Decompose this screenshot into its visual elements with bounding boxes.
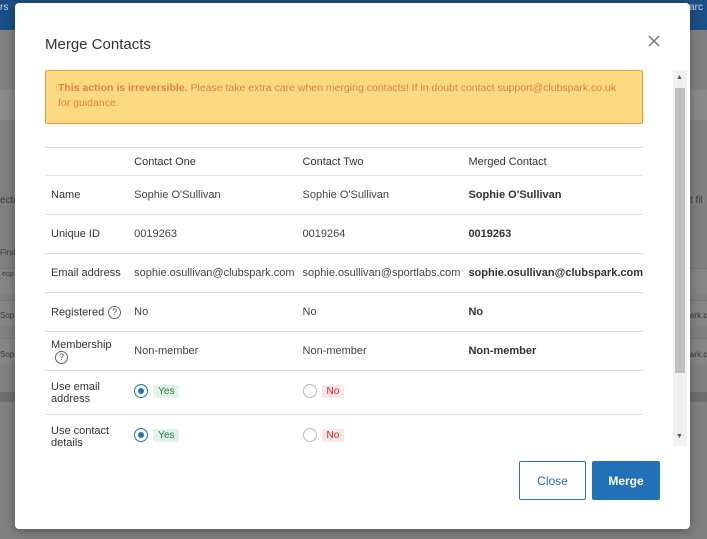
row-label: Registered [51,305,105,318]
header-merged-contact: Merged Contact [460,147,643,176]
table-row: Unique ID 0019263 0019264 0019263 [45,214,643,254]
contact-two-value: sophie.osullivan@sportlabs.com [294,253,461,293]
radio-selected-icon[interactable] [134,384,149,398]
close-button[interactable]: Close [519,461,586,500]
scroll-down-arrow-icon[interactable]: ▼ [676,433,683,440]
table-row: Membership? Non-member Non-member Non-me… [45,331,643,371]
warning-bold-text: This action is irreversible. [58,82,188,94]
background-text: eop [2,271,14,278]
use-contact-details-contact-two-radio[interactable]: No [302,428,345,443]
use-email-contact-two-radio[interactable]: No [302,384,345,398]
merged-value: Sophie O'Sullivan [460,175,643,215]
yes-badge: Yes [153,428,180,442]
header-contact-two: Contact Two [294,147,461,176]
background-text: ark.c [690,311,707,320]
yes-badge: Yes [153,384,180,398]
background-text: ark.c [690,350,707,359]
table-row: Use email address Yes No [45,370,643,415]
background-topbar-text: rs [0,2,9,13]
row-label-cell: Membership? [45,331,127,371]
row-label: Unique ID [45,214,127,254]
scroll-up-arrow-icon[interactable]: ▲ [676,74,683,81]
row-label: Membership [51,338,112,351]
empty-cell [460,414,643,446]
contact-one-value: 0019263 [126,214,295,254]
irreversible-warning: This action is irreversible. Please take… [45,70,643,124]
background-topbar-right: arc [689,2,703,13]
contact-two-value: 0019264 [294,214,461,254]
row-label: Use email address [45,370,127,415]
merged-value: Non-member [460,331,643,371]
merged-value: No [460,292,643,332]
modal-scrollbar[interactable]: ▲ ▼ [673,70,687,446]
contact-two-value: Non-member [294,331,461,371]
header-contact-one: Contact One [126,147,295,176]
header-empty [45,147,127,176]
contact-two-value: No [294,292,461,332]
help-icon[interactable]: ? [108,305,122,319]
radio-cell: Yes [126,414,295,446]
no-badge: No [321,428,345,442]
row-label-cell: Use contact details [45,414,127,446]
contact-one-value: sophie.osullivan@clubspark.com [126,253,295,293]
table-row: Registered? No No No [45,292,643,332]
merged-value: 0019263 [460,214,643,254]
radio-unselected-icon[interactable] [302,428,317,443]
table-row: Name Sophie O'Sullivan Sophie O'Sullivan… [45,175,643,215]
radio-cell: Yes [126,370,295,415]
row-label-cell: Registered? [45,292,127,332]
merge-table: Contact One Contact Two Merged Contact N… [45,147,643,446]
scrollbar-thumb[interactable] [675,88,685,373]
radio-cell: No [294,414,461,446]
contact-one-value: Sophie O'Sullivan [126,175,295,215]
contact-one-value: Non-member [126,331,295,371]
row-label: Name [45,175,127,215]
background-text: First [0,248,16,257]
help-icon[interactable]: ? [55,350,68,364]
modal-scroll-area[interactable]: This action is irreversible. Please take… [45,70,645,446]
close-icon[interactable] [646,33,662,49]
table-row: Use contact details Yes No [45,414,643,446]
merge-button[interactable]: Merge [592,461,660,500]
use-email-contact-one-radio[interactable]: Yes [134,384,180,398]
no-badge: No [321,384,345,398]
background-text: Sop [0,350,15,359]
contact-one-value: No [126,292,295,332]
merged-value: sophie.osullivan@clubspark.com [460,253,643,293]
empty-cell [460,370,643,415]
radio-unselected-icon[interactable] [302,384,317,398]
use-contact-details-contact-one-radio[interactable]: Yes [134,428,180,443]
radio-selected-icon[interactable] [134,428,149,443]
table-row: Email address sophie.osullivan@clubspark… [45,253,643,293]
row-label: Use contact details [51,425,110,446]
background-text: t fil [690,195,703,206]
modal-title: Merge Contacts [45,36,151,53]
contact-two-value: Sophie O'Sullivan [294,175,461,215]
radio-cell: No [294,370,461,415]
merge-contacts-modal: Merge Contacts This action is irreversib… [15,3,690,529]
background-text: Sop [0,311,15,320]
row-label: Email address [45,253,127,293]
